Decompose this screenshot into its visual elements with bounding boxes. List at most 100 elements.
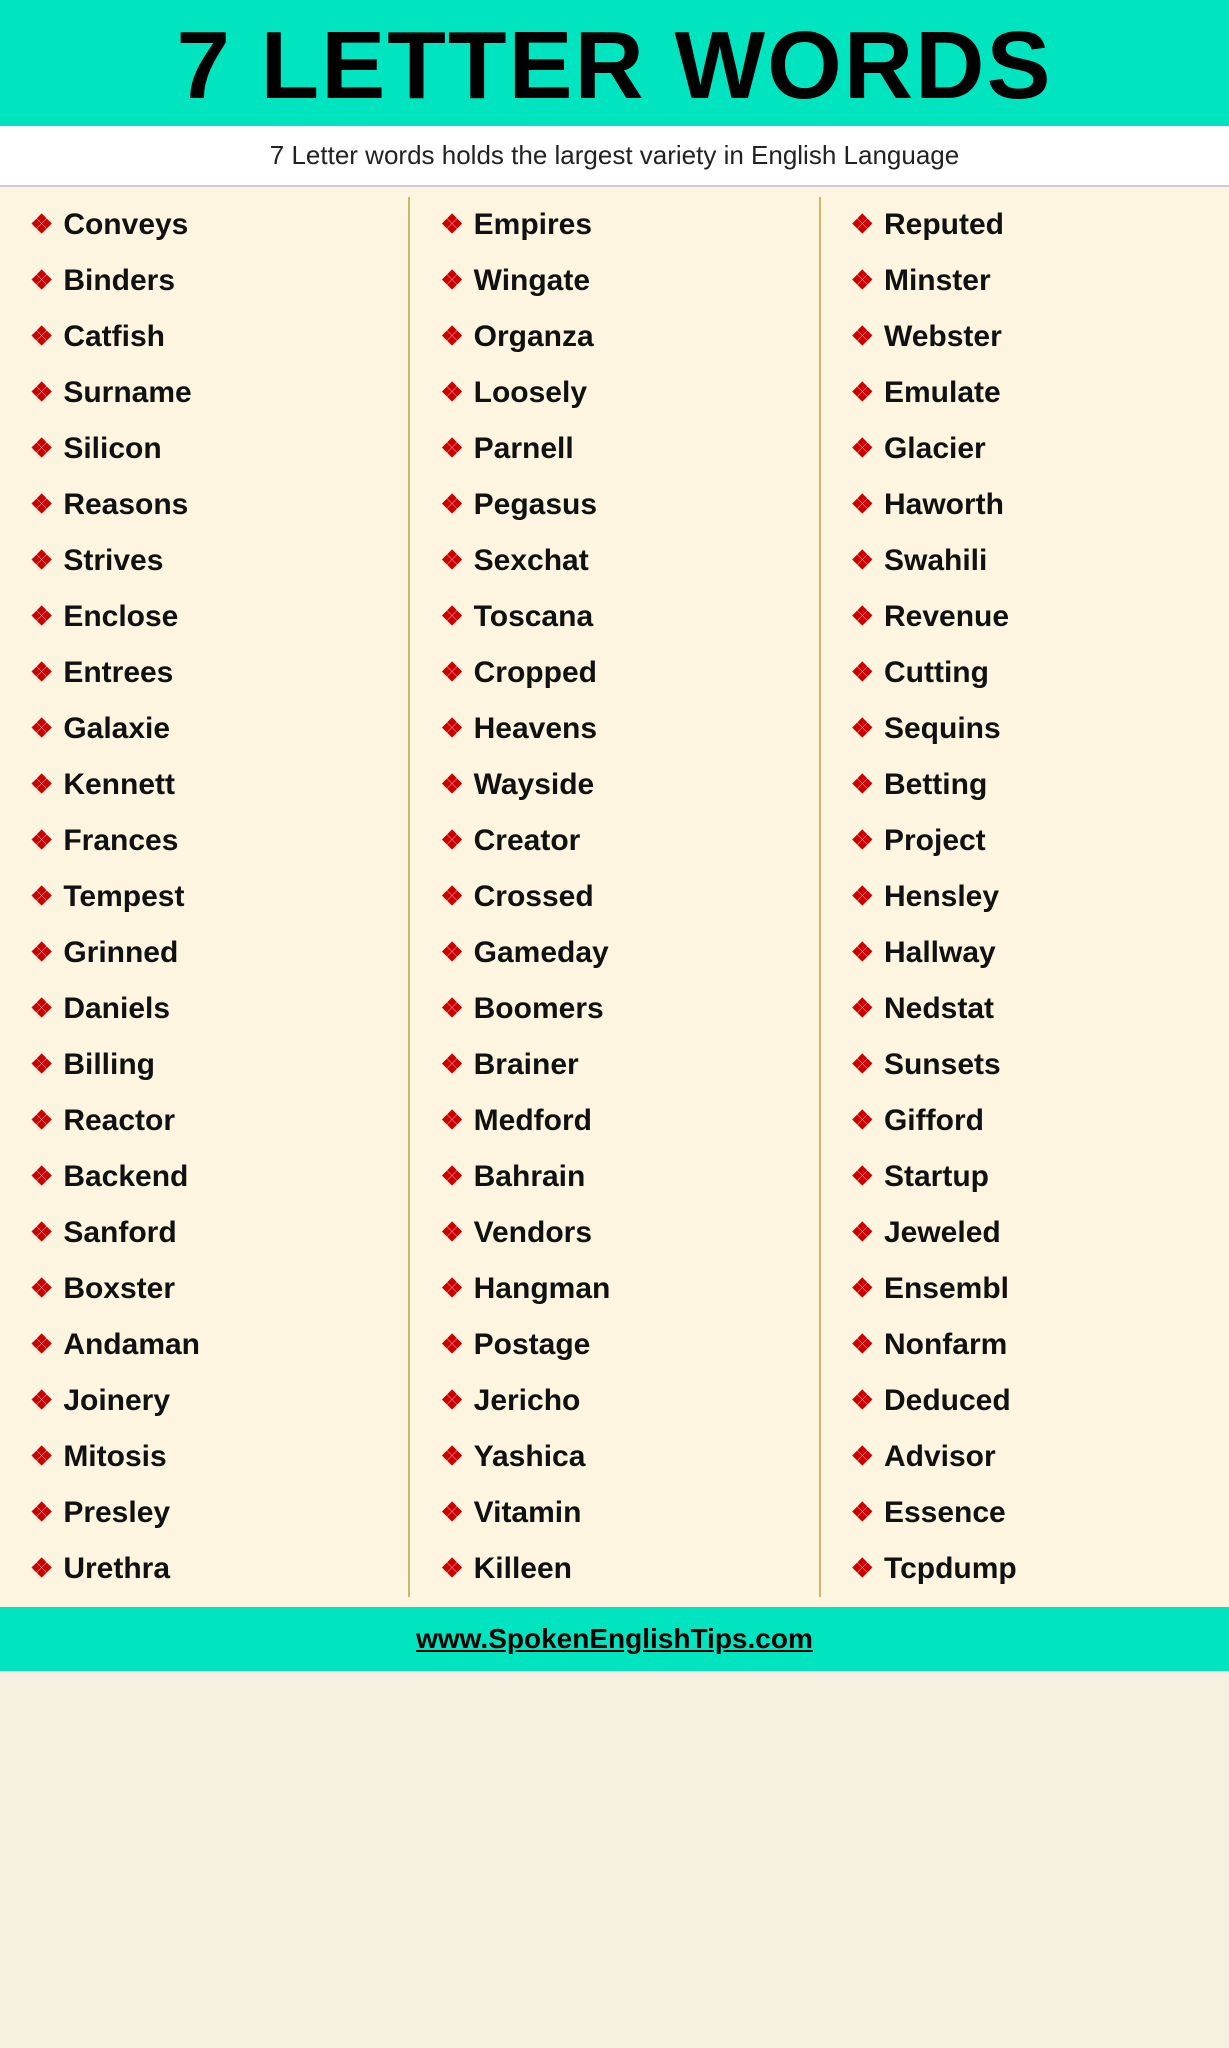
list-item: ❖Hensley	[831, 869, 1219, 925]
word-text: Sexchat	[474, 543, 589, 579]
word-text: Cutting	[884, 655, 989, 691]
diamond-icon: ❖	[440, 937, 463, 968]
word-text: Gifford	[884, 1103, 984, 1139]
diamond-icon: ❖	[851, 1273, 874, 1304]
list-item: ❖Wayside	[420, 757, 808, 813]
list-item: ❖Grinned	[10, 925, 398, 981]
diamond-icon: ❖	[851, 1385, 874, 1416]
list-item: ❖ Deduced	[831, 1373, 1219, 1429]
diamond-icon: ❖	[440, 1553, 463, 1584]
word-text: Nonfarm	[884, 1327, 1007, 1363]
list-item: ❖Reasons	[10, 477, 398, 533]
word-text: Vitamin	[474, 1495, 582, 1531]
word-text: Frances	[63, 823, 178, 859]
diamond-icon: ❖	[30, 209, 53, 240]
diamond-icon: ❖	[440, 1105, 463, 1136]
list-item: ❖Brainer	[420, 1037, 808, 1093]
diamond-icon: ❖	[30, 433, 53, 464]
word-text: Revenue	[884, 599, 1009, 635]
diamond-icon: ❖	[440, 1273, 463, 1304]
word-text: Organza	[474, 319, 594, 355]
word-text: Essence	[884, 1495, 1006, 1531]
list-item: ❖Catfish	[10, 309, 398, 365]
word-text: Pegasus	[474, 487, 597, 523]
diamond-icon: ❖	[440, 825, 463, 856]
diamond-icon: ❖	[440, 1329, 463, 1360]
word-text: Sequins	[884, 711, 1001, 747]
word-text: Billing	[63, 1047, 155, 1083]
list-item: ❖Conveys	[10, 197, 398, 253]
diamond-icon: ❖	[440, 657, 463, 688]
word-text: Vendors	[474, 1215, 592, 1251]
diamond-icon: ❖	[851, 993, 874, 1024]
diamond-icon: ❖	[851, 825, 874, 856]
diamond-icon: ❖	[440, 1497, 463, 1528]
list-item: ❖Joinery	[10, 1373, 398, 1429]
list-item: ❖Reactor	[10, 1093, 398, 1149]
list-item: ❖Galaxie	[10, 701, 398, 757]
subtitle-text: 7 Letter words holds the largest variety…	[270, 140, 959, 170]
word-text: Jericho	[474, 1383, 581, 1419]
list-item: ❖ Vitamin	[420, 1485, 808, 1541]
list-item: ❖Parnell	[420, 421, 808, 477]
diamond-icon: ❖	[440, 377, 463, 408]
footer: www.SpokenEnglishTips.com	[0, 1607, 1229, 1671]
list-item: ❖ Organza	[420, 309, 808, 365]
word-text: Nedstat	[884, 991, 994, 1027]
diamond-icon: ❖	[851, 377, 874, 408]
diamond-icon: ❖	[30, 993, 53, 1024]
list-item: ❖Haworth	[831, 477, 1219, 533]
diamond-icon: ❖	[30, 769, 53, 800]
list-item: ❖Creator	[420, 813, 808, 869]
list-item: ❖Emulate	[831, 365, 1219, 421]
word-text: Wayside	[474, 767, 595, 803]
diamond-icon: ❖	[851, 601, 874, 632]
word-text: Ensembl	[884, 1271, 1009, 1307]
diamond-icon: ❖	[30, 657, 53, 688]
word-text: Joinery	[63, 1383, 170, 1419]
diamond-icon: ❖	[30, 1553, 53, 1584]
diamond-icon: ❖	[30, 1049, 53, 1080]
list-item: ❖Boomers	[420, 981, 808, 1037]
list-item: ❖Swahili	[831, 533, 1219, 589]
word-text: Tcpdump	[884, 1551, 1017, 1587]
diamond-icon: ❖	[440, 265, 463, 296]
word-text: Deduced	[884, 1383, 1011, 1419]
diamond-icon: ❖	[851, 1497, 874, 1528]
list-item: ❖Crossed	[420, 869, 808, 925]
list-item: ❖Betting	[831, 757, 1219, 813]
diamond-icon: ❖	[30, 825, 53, 856]
word-text: Webster	[884, 319, 1002, 355]
list-item: ❖Gameday	[420, 925, 808, 981]
diamond-icon: ❖	[30, 1161, 53, 1192]
word-text: Backend	[63, 1159, 188, 1195]
word-text: Enclose	[63, 599, 178, 635]
list-item: ❖Entrees	[10, 645, 398, 701]
diamond-icon: ❖	[30, 1217, 53, 1248]
list-item: ❖ Frances	[10, 813, 398, 869]
word-text: Toscana	[474, 599, 594, 635]
word-text: Wingate	[474, 263, 590, 299]
diamond-icon: ❖	[30, 545, 53, 576]
list-item: ❖ Sunsets	[831, 1037, 1219, 1093]
word-text: Bahrain	[474, 1159, 586, 1195]
word-text: Startup	[884, 1159, 989, 1195]
diamond-icon: ❖	[30, 1329, 53, 1360]
word-text: Sunsets	[884, 1047, 1001, 1083]
column-3: ❖Reputed❖Minster❖Webster❖Emulate❖Glacier…	[821, 197, 1229, 1597]
word-text: Silicon	[63, 431, 161, 467]
list-item: ❖Sequins	[831, 701, 1219, 757]
header: 7 LETTER WORDS	[0, 0, 1229, 126]
diamond-icon: ❖	[851, 265, 874, 296]
word-text: Postage	[474, 1327, 591, 1363]
diamond-icon: ❖	[851, 937, 874, 968]
diamond-icon: ❖	[851, 657, 874, 688]
word-text: Reputed	[884, 207, 1004, 243]
word-text: Andaman	[63, 1327, 200, 1363]
diamond-icon: ❖	[30, 321, 53, 352]
diamond-icon: ❖	[30, 1273, 53, 1304]
diamond-icon: ❖	[851, 1049, 874, 1080]
subtitle-bar: 7 Letter words holds the largest variety…	[0, 126, 1229, 187]
diamond-icon: ❖	[440, 321, 463, 352]
list-item: ❖Sexchat	[420, 533, 808, 589]
